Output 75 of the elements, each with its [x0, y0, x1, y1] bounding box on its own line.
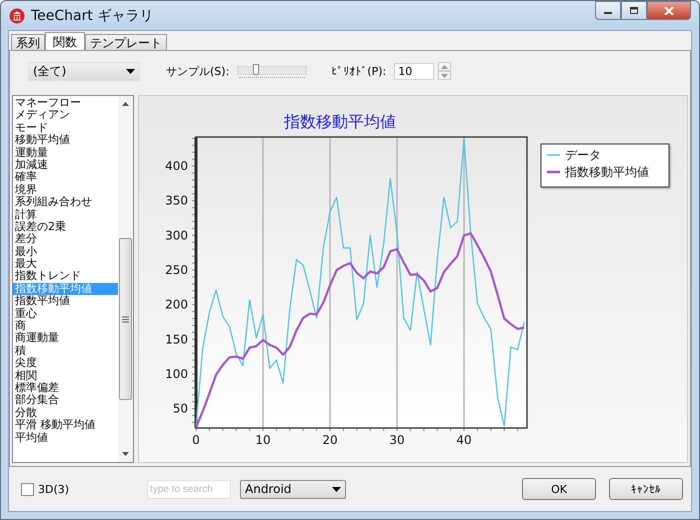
- up-arrow-icon: [441, 64, 448, 68]
- y-tick-label: 150: [165, 332, 188, 346]
- scroll-down-icon[interactable]: [122, 452, 129, 456]
- list-item[interactable]: 移動平均値: [13, 134, 118, 147]
- spin-down-button[interactable]: [438, 71, 452, 80]
- maximize-icon: [629, 6, 639, 14]
- period-input[interactable]: 10: [394, 62, 434, 80]
- tab[interactable]: 関数: [45, 32, 85, 50]
- grip-icon: [122, 316, 129, 322]
- list-item[interactable]: 運動量: [13, 146, 118, 159]
- list-item[interactable]: 尖度: [13, 357, 118, 370]
- legend-label: 指数移動平均値: [565, 165, 649, 179]
- app-icon: [9, 8, 25, 24]
- list-item[interactable]: 指数トレンド: [13, 270, 118, 283]
- 3d-label: 3D(3): [38, 482, 70, 496]
- list-item[interactable]: 積: [13, 344, 118, 358]
- list-item[interactable]: 計算: [13, 208, 118, 221]
- minimize-button[interactable]: [595, 1, 621, 20]
- x-tick-label: 20: [322, 433, 338, 447]
- list-item[interactable]: モード: [13, 122, 118, 134]
- y-tick-label: 300: [165, 228, 188, 242]
- x-tick-label: 10: [255, 433, 271, 447]
- window-title: TeeChart ギャラリ: [31, 6, 154, 24]
- x-tick-label: 30: [389, 433, 405, 447]
- list-item[interactable]: 差分: [13, 233, 118, 246]
- y-tick-label: 250: [165, 263, 188, 278]
- sample-slider[interactable]: [237, 62, 308, 80]
- maximize-button[interactable]: [621, 1, 647, 20]
- list-item[interactable]: 最大: [13, 258, 118, 270]
- x-tick-label: 40: [456, 433, 472, 447]
- list-item[interactable]: 平均値: [13, 432, 118, 444]
- cancel-button[interactable]: ｷｬﾝｾﾙ: [609, 478, 683, 500]
- list-item[interactable]: 分散: [13, 406, 118, 420]
- ok-button[interactable]: OK: [522, 478, 596, 500]
- down-arrow-icon: [441, 74, 448, 78]
- category-dropdown[interactable]: (全て): [28, 62, 140, 80]
- list-item[interactable]: 平滑 移動平均値: [13, 419, 118, 432]
- tab[interactable]: 系列: [11, 34, 45, 50]
- legend-label: データ: [565, 148, 601, 162]
- list-item[interactable]: 標準偏差: [13, 382, 118, 394]
- sample-label: サンプル(S):: [166, 64, 230, 78]
- tab[interactable]: テンプレート: [85, 34, 167, 50]
- list-item[interactable]: マネーフロー: [13, 97, 118, 110]
- theme-dropdown[interactable]: Android: [240, 480, 346, 498]
- caret-icon: [126, 68, 135, 74]
- y-tick-label: 350: [165, 194, 188, 208]
- list-item[interactable]: 商: [13, 320, 118, 332]
- y-tick-label: 400: [165, 159, 188, 174]
- y-tick-label: 200: [165, 298, 188, 312]
- period-label: ﾋﾟﾘｵﾄﾞ(P):: [331, 64, 386, 78]
- y-tick-label: 100: [165, 366, 188, 381]
- list-item[interactable]: 相関: [13, 370, 118, 382]
- close-button[interactable]: [647, 1, 691, 20]
- close-icon: [664, 6, 674, 14]
- list-item[interactable]: 系列組み合わせ: [13, 196, 118, 209]
- list-item[interactable]: 部分集合: [13, 394, 118, 407]
- list-item[interactable]: 加減速: [13, 158, 118, 172]
- list-item[interactable]: 商運動量: [13, 332, 118, 345]
- chart-title: 指数移動平均値: [284, 112, 396, 131]
- caret-icon: [332, 486, 341, 492]
- list-item[interactable]: 確率: [13, 171, 118, 184]
- scroll-up-icon[interactable]: [122, 102, 129, 106]
- spin-up-button[interactable]: [438, 62, 452, 71]
- list-item[interactable]: メディアン: [13, 109, 118, 122]
- list-item[interactable]: 指数平均値: [13, 295, 118, 308]
- y-tick-label: 50: [172, 402, 188, 416]
- search-field[interactable]: type to search: [147, 480, 231, 498]
- x-tick-label: 0: [192, 433, 200, 447]
- list-item[interactable]: 誤差の2乗: [13, 220, 118, 234]
- list-item[interactable]: 重心: [13, 308, 118, 320]
- legend-swatch: [547, 170, 560, 174]
- list-item[interactable]: 境界: [13, 184, 118, 196]
- list-item[interactable]: 最小: [13, 246, 118, 258]
- 3d-checkbox[interactable]: [21, 482, 34, 496]
- scrollbar[interactable]: [118, 96, 133, 462]
